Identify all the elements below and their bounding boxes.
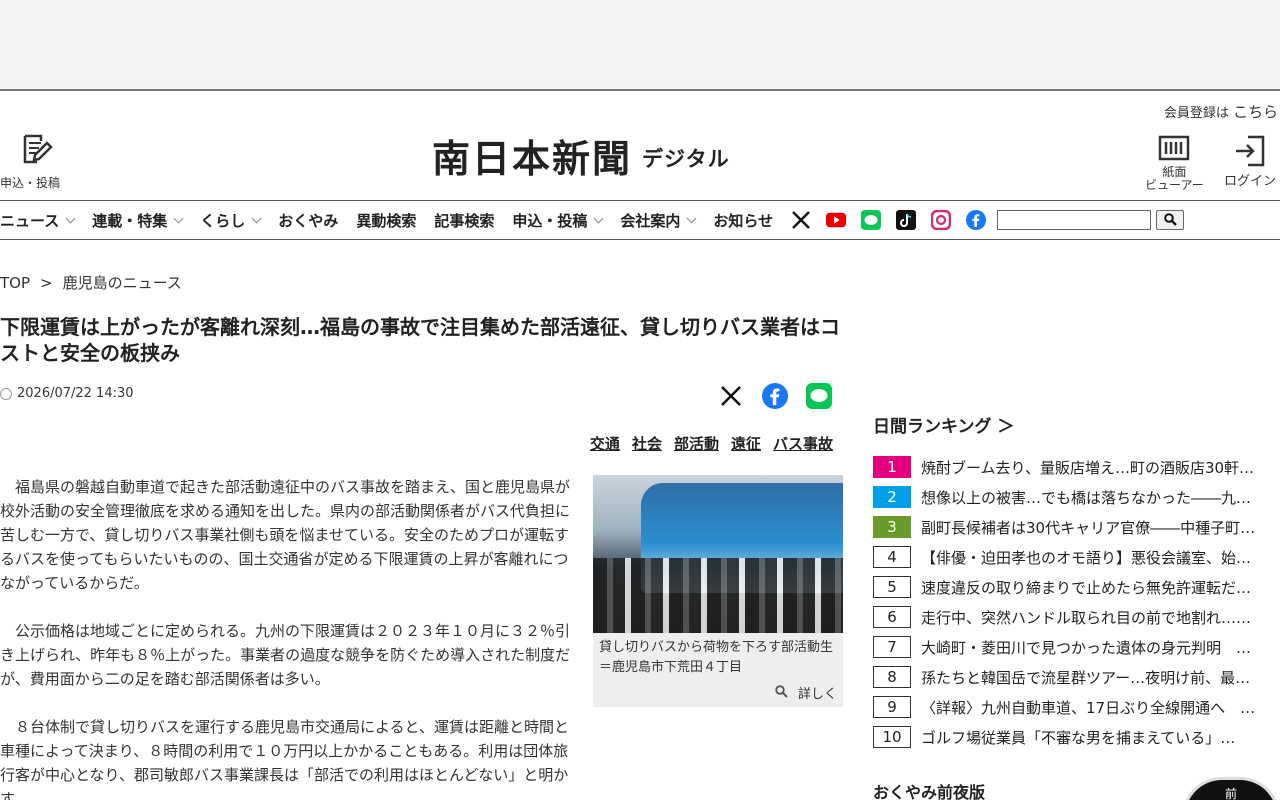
instagram-icon[interactable]: [931, 210, 952, 230]
ranking-title[interactable]: 日間ランキング ＞: [873, 412, 1014, 437]
chevron-down-icon: [686, 213, 697, 223]
ranking-item[interactable]: 1 焼酎ブーム去り、量販店増え…町の酒販店30軒…: [873, 452, 1280, 482]
chevron-down-icon: [173, 213, 184, 223]
document-edit-icon: [16, 133, 56, 171]
chevron-down-icon: [593, 213, 604, 223]
search-input[interactable]: [997, 210, 1152, 230]
newspaper-icon: [1158, 134, 1190, 166]
submit-button[interactable]: 申込・投稿: [0, 133, 72, 191]
clock-icon: [0, 387, 12, 400]
article-paragraph: ８台体制で貸し切りバスを運行する鹿児島市交通局によると、運賃は距離と時間と車種に…: [0, 718, 569, 800]
ranking-item[interactable]: 2 想像以上の被害…でも橋は落ちなかった――九…: [873, 482, 1280, 512]
ranking-item[interactable]: 8 孫たちと韓国岳で流星群ツアー…夜明け前、最…: [873, 662, 1280, 692]
tiktok-icon[interactable]: [896, 210, 917, 230]
search-icon: [1163, 211, 1177, 230]
ranking-item[interactable]: 10 ゴルフ場従業員「不審な男を捕まえている」…: [873, 722, 1280, 752]
photo-more-link[interactable]: 詳しく: [593, 683, 843, 702]
article-paragraph: 公示価格は地域ごとに定められる。九州の下限運賃は２０２３年１０月に３２％引き上げ…: [0, 622, 571, 688]
chevron-down-icon: [251, 213, 262, 223]
breadcrumb-top[interactable]: TOP: [0, 274, 30, 292]
nav-submit[interactable]: 申込・投稿: [512, 210, 620, 231]
article-photo[interactable]: 貸し切りバスから荷物を下ろす部活動生＝鹿児島市下荒田４丁目 詳しく: [593, 475, 843, 707]
article-headline: 下限運賃は上がったが客離れ深刻…福島の事故で注目集めた部活遠征、貸し切りバス業者…: [0, 315, 840, 365]
ranking-item[interactable]: 5 速度違反の取り締まりで止めたら無免許運転だ…: [873, 572, 1280, 602]
line-icon[interactable]: [861, 210, 882, 230]
tag-link[interactable]: 遠征: [731, 433, 761, 454]
share-buttons: [700, 383, 832, 409]
article-tags: 交通 社会 部活動 遠征 バス事故: [578, 433, 833, 454]
search-button[interactable]: [1156, 210, 1185, 230]
zoom-icon: [775, 685, 788, 702]
chevron-down-icon: [65, 213, 76, 223]
people-shape: [593, 558, 843, 633]
submit-label: 申込・投稿: [0, 176, 61, 190]
logo-sub: デジタル: [642, 147, 730, 171]
viewer-button[interactable]: 紙面 ビューアー: [1145, 134, 1204, 192]
breadcrumb: TOP > 鹿児島のニュース: [0, 274, 182, 292]
share-line-icon[interactable]: [806, 383, 832, 409]
photo-caption: 貸し切りバスから荷物を下ろす部活動生＝鹿児島市下荒田４丁目: [599, 640, 834, 675]
ranking-list: 1 焼酎ブーム去り、量販店増え…町の酒販店30軒… 2 想像以上の被害…でも橋は落ち…: [873, 452, 1280, 752]
nav-personnel-search[interactable]: 異動検索: [356, 210, 434, 231]
nav-series[interactable]: 連載・特集: [92, 210, 200, 231]
nav-okuyami[interactable]: おくやみ: [278, 210, 356, 231]
login-icon: [1234, 134, 1266, 172]
ranking-item[interactable]: 6 走行中、突然ハンドル取られ目の前で地割れ……: [873, 602, 1280, 632]
tag-link[interactable]: 社会: [632, 433, 662, 454]
facebook-icon[interactable]: [966, 210, 987, 230]
tag-link[interactable]: 部活動: [674, 433, 719, 454]
tag-link[interactable]: バス事故: [773, 433, 833, 454]
share-facebook-icon[interactable]: [762, 383, 788, 409]
nav-life[interactable]: くらし: [200, 210, 278, 231]
member-registration-link[interactable]: こちら: [1233, 103, 1278, 121]
ranking-item[interactable]: 7 大崎町・菱田川で見つかった遺体の身元判明 …: [873, 632, 1280, 662]
okuyami-thumbnail[interactable]: 前: [1182, 777, 1280, 800]
breadcrumb-current[interactable]: 鹿児島のニュース: [63, 274, 182, 292]
article-date: 2026/07/22 14:30: [0, 386, 134, 401]
tag-link[interactable]: 交通: [590, 433, 620, 454]
nav-article-search[interactable]: 記事検索: [434, 210, 512, 231]
ranking-item[interactable]: 4 【俳優・迫田孝也のオモ語り】悪役会議室、始…: [873, 542, 1280, 572]
ad-banner-area: [0, 0, 1280, 91]
login-button[interactable]: ログイン: [1224, 134, 1276, 188]
ranking-item[interactable]: 9 〈詳報〉九州自動車道、17日ぶり全線開通へ …: [873, 692, 1280, 722]
article-paragraph: 福島県の磐越自動車道で起きた部活動遠征中のバス事故を踏まえ、国と鹿児島県が校外活…: [0, 478, 571, 592]
nav-news[interactable]: ニュース: [0, 210, 92, 231]
member-registration[interactable]: 会員登録は こちら: [1164, 101, 1278, 122]
okuyami-title[interactable]: おくやみ前夜版: [873, 779, 985, 800]
site-logo[interactable]: 南日本新聞 デジタル: [432, 136, 730, 182]
ranking-item[interactable]: 3 副町長候補者は30代キャリア官僚――中種子町…: [873, 512, 1280, 542]
main-nav: ニュース 連載・特集 くらし おくやみ 異動検索 記事検索 申込・投稿 会社案内…: [0, 200, 1280, 240]
social-links: [791, 210, 1001, 230]
x-icon[interactable]: [791, 210, 811, 230]
nav-notices[interactable]: お知らせ: [713, 210, 791, 231]
logo-main: 南日本新聞: [432, 136, 633, 181]
nav-company[interactable]: 会社案内: [620, 210, 713, 231]
bus-photo: [593, 475, 843, 633]
article-body: 福島県の磐越自動車道で起きた部活動遠征中のバス事故を踏まえ、国と鹿児島県が校外活…: [0, 475, 580, 800]
share-x-icon[interactable]: [718, 383, 744, 409]
youtube-icon[interactable]: [826, 210, 847, 230]
